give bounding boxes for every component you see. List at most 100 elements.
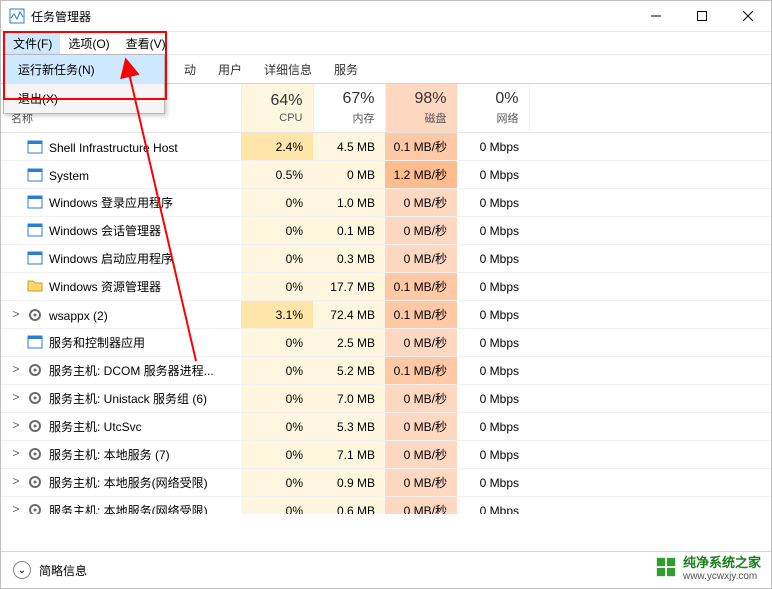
process-icon [27, 194, 43, 210]
table-row[interactable]: Windows 资源管理器0%17.7 MB0.1 MB/秒0 Mbps [1, 273, 771, 301]
table-row[interactable]: Windows 登录应用程序0%1.0 MB0 MB/秒0 Mbps [1, 189, 771, 217]
col-cpu[interactable]: 64%CPU [241, 84, 313, 133]
menu-run-new-task[interactable]: 运行新任务(N) [4, 55, 164, 84]
process-icon [27, 418, 43, 434]
memory-cell: 4.5 MB [313, 133, 385, 161]
col-spacer [529, 84, 771, 133]
table-row[interactable]: >服务主机: Unistack 服务组 (6)0%7.0 MB0 MB/秒0 M… [1, 385, 771, 413]
disk-cell: 0 MB/秒 [385, 413, 457, 441]
expand-toggle[interactable]: > [9, 362, 23, 376]
disk-cell: 0.1 MB/秒 [385, 357, 457, 385]
cpu-cell: 0% [241, 273, 313, 301]
process-table-body: Shell Infrastructure Host2.4%4.5 MB0.1 M… [1, 133, 771, 515]
network-cell: 0 Mbps [457, 469, 529, 497]
table-row[interactable]: >wsappx (2)3.1%72.4 MB0.1 MB/秒0 Mbps [1, 301, 771, 329]
cpu-cell: 3.1% [241, 301, 313, 329]
process-name: 服务主机: 本地服务(网络受限) [49, 476, 208, 490]
memory-cell: 5.3 MB [313, 413, 385, 441]
cpu-cell: 2.4% [241, 133, 313, 161]
app-icon [9, 8, 25, 24]
col-memory[interactable]: 67%内存 [313, 84, 385, 133]
tab-services[interactable]: 服务 [323, 56, 369, 83]
disk-cell: 0 MB/秒 [385, 189, 457, 217]
menu-exit[interactable]: 退出(X) [4, 84, 164, 113]
table-row[interactable]: System0.5%0 MB1.2 MB/秒0 Mbps [1, 161, 771, 189]
memory-cell: 5.2 MB [313, 357, 385, 385]
table-row[interactable]: Shell Infrastructure Host2.4%4.5 MB0.1 M… [1, 133, 771, 161]
table-row[interactable]: Windows 启动应用程序0%0.3 MB0 MB/秒0 Mbps [1, 245, 771, 273]
titlebar: 任务管理器 [1, 1, 771, 32]
process-name-cell: Windows 启动应用程序 [1, 245, 241, 273]
expand-toggle[interactable]: > [9, 390, 23, 404]
table-row[interactable]: >服务主机: 本地服务(网络受限)0%0.9 MB0 MB/秒0 Mbps [1, 469, 771, 497]
menu-options[interactable]: 选项(O) [60, 33, 117, 54]
process-name-cell: Windows 会话管理器 [1, 217, 241, 245]
expand-toggle[interactable]: > [9, 307, 23, 321]
process-name: Windows 登录应用程序 [49, 196, 173, 210]
table-row[interactable]: 服务和控制器应用0%2.5 MB0 MB/秒0 Mbps [1, 329, 771, 357]
memory-cell: 7.1 MB [313, 441, 385, 469]
table-row[interactable]: >服务主机: 本地服务 (7)0%7.1 MB0 MB/秒0 Mbps [1, 441, 771, 469]
process-name-cell: Shell Infrastructure Host [1, 133, 241, 161]
process-name: System [49, 169, 89, 183]
disk-cell: 0 MB/秒 [385, 385, 457, 413]
table-row[interactable]: >服务主机: DCOM 服务器进程...0%5.2 MB0.1 MB/秒0 Mb… [1, 357, 771, 385]
close-button[interactable] [725, 1, 771, 31]
cpu-cell: 0% [241, 413, 313, 441]
expand-toggle[interactable]: > [9, 502, 23, 514]
cpu-cell: 0% [241, 469, 313, 497]
memory-cell: 0.1 MB [313, 217, 385, 245]
process-name-cell: Windows 登录应用程序 [1, 189, 241, 217]
tab-fragment-1[interactable]: 动 [173, 56, 207, 83]
table-row[interactable]: >服务主机: 本地服务(网络受限)0%0.6 MB0 MB/秒0 Mbps [1, 497, 771, 515]
minimize-icon [651, 11, 661, 21]
process-name-cell: >服务主机: UtcSvc [1, 413, 241, 441]
close-icon [743, 11, 753, 21]
cpu-cell: 0% [241, 329, 313, 357]
maximize-button[interactable] [679, 1, 725, 31]
process-name-cell: >wsappx (2) [1, 301, 241, 329]
disk-cell: 0.1 MB/秒 [385, 273, 457, 301]
fewer-details-label[interactable]: 简略信息 [39, 562, 87, 579]
window-controls [633, 1, 771, 31]
process-name: 服务主机: 本地服务(网络受限) [49, 504, 208, 514]
memory-cell: 1.0 MB [313, 189, 385, 217]
expand-toggle[interactable]: > [9, 474, 23, 488]
expand-toggle[interactable]: > [9, 446, 23, 460]
col-network[interactable]: 0%网络 [457, 84, 529, 133]
process-name: Windows 启动应用程序 [49, 252, 173, 266]
memory-cell: 0 MB [313, 161, 385, 189]
col-disk[interactable]: 98%磁盘 [385, 84, 457, 133]
process-icon [27, 474, 43, 490]
minimize-button[interactable] [633, 1, 679, 31]
table-row[interactable]: >服务主机: UtcSvc0%5.3 MB0 MB/秒0 Mbps [1, 413, 771, 441]
watermark: 纯净系统之家 www.ycwxjy.com [655, 552, 761, 582]
menu-view[interactable]: 查看(V) [118, 33, 174, 54]
statusbar: ⌄ 简略信息 纯净系统之家 www.ycwxjy.com [1, 551, 771, 588]
process-icon [27, 222, 43, 238]
collapse-toggle[interactable]: ⌄ [13, 561, 31, 579]
process-name-cell: System [1, 161, 241, 189]
disk-cell: 0.1 MB/秒 [385, 133, 457, 161]
network-cell: 0 Mbps [457, 301, 529, 329]
file-menu-dropdown: 运行新任务(N) 退出(X) [3, 54, 165, 114]
process-icon [27, 334, 43, 350]
table-row[interactable]: Windows 会话管理器0%0.1 MB0 MB/秒0 Mbps [1, 217, 771, 245]
tab-details[interactable]: 详细信息 [253, 56, 323, 83]
process-name-cell: 服务和控制器应用 [1, 329, 241, 357]
network-cell: 0 Mbps [457, 189, 529, 217]
cpu-cell: 0% [241, 385, 313, 413]
watermark-url: www.ycwxjy.com [683, 571, 761, 582]
menubar: 文件(F) 选项(O) 查看(V) 运行新任务(N) 退出(X) [1, 32, 771, 55]
network-cell: 0 Mbps [457, 133, 529, 161]
memory-cell: 0.6 MB [313, 497, 385, 515]
disk-cell: 0 MB/秒 [385, 441, 457, 469]
tab-users[interactable]: 用户 [207, 56, 253, 83]
task-manager-window: 任务管理器 文件(F) 选项(O) 查看(V) 运行新任务(N) 退出(X) 动… [0, 0, 772, 589]
process-name: 服务和控制器应用 [49, 336, 145, 350]
cpu-cell: 0% [241, 357, 313, 385]
expand-toggle[interactable]: > [9, 418, 23, 432]
menu-file[interactable]: 文件(F) [5, 33, 60, 54]
memory-cell: 0.9 MB [313, 469, 385, 497]
process-name: Windows 会话管理器 [49, 224, 161, 238]
